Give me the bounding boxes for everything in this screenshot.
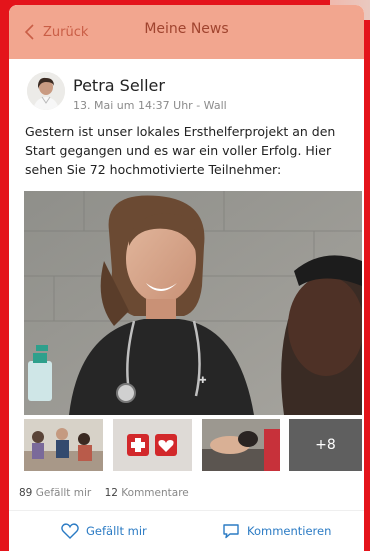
like-button[interactable]: Gefällt mir <box>61 519 147 543</box>
post-text: Gestern ist unser lokales Ersthelferproj… <box>25 124 336 177</box>
comment-icon <box>223 524 239 539</box>
more-photos-label: +8 <box>315 437 336 453</box>
like-label: Gefällt mir <box>86 524 147 538</box>
thumbnail-3[interactable] <box>202 419 280 471</box>
app-header: Zurück Meine News <box>9 5 364 59</box>
post-author[interactable]: Petra Seller <box>73 76 165 95</box>
page-title: Meine News <box>144 21 229 37</box>
comment-button[interactable]: Kommentieren <box>222 519 331 543</box>
post-meta: 13. Mai um 14:37 Uhr - Wall <box>73 99 227 112</box>
more-photos-button[interactable]: +8 <box>289 419 362 471</box>
comment-label: Kommentieren <box>247 524 332 538</box>
comments-label[interactable]: Kommentare <box>121 487 188 499</box>
photo-thumbnails: +8 <box>24 419 362 471</box>
post-stats: 89 Gefällt mir 12 Kommentare <box>19 487 189 499</box>
avatar[interactable] <box>27 72 65 110</box>
post-main-photo[interactable]: ✚ <box>24 191 362 415</box>
avatar-image <box>27 72 65 110</box>
comments-count: 12 <box>104 487 118 499</box>
post-header: Petra Seller 13. Mai um 14:37 Uhr - Wall <box>27 72 347 116</box>
svg-text:✚: ✚ <box>199 376 207 386</box>
news-card: Zurück Meine News Petra Seller 13. Mai u… <box>9 5 364 551</box>
divider <box>9 510 364 511</box>
likes-label[interactable]: Gefällt mir <box>36 487 91 499</box>
heart-icon <box>61 523 79 539</box>
photo-image: ✚ <box>24 191 362 415</box>
likes-count: 89 <box>19 487 33 499</box>
thumbnail-1[interactable] <box>24 419 103 471</box>
thumbnail-2[interactable] <box>113 419 192 471</box>
